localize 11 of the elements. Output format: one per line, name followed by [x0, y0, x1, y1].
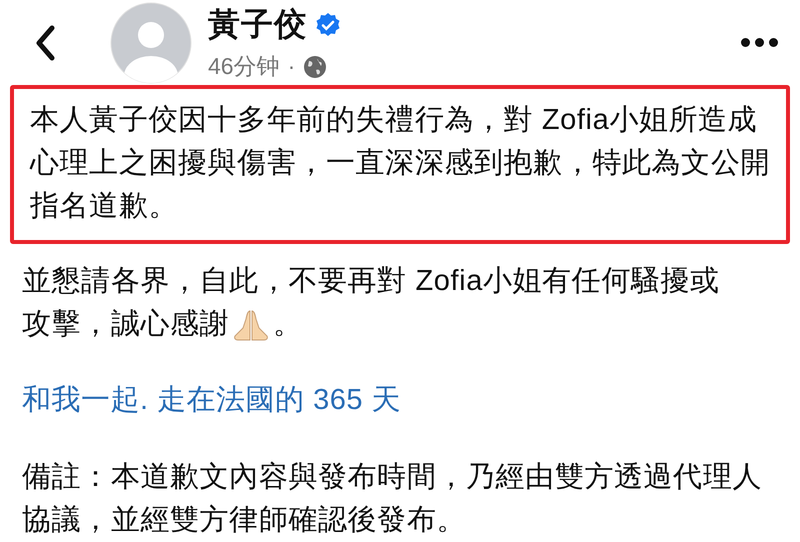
separator: ·	[288, 53, 296, 80]
author-name[interactable]: 黃子佼	[208, 3, 307, 47]
post-time[interactable]: 46分钟	[208, 51, 280, 82]
album-link[interactable]: 和我一起. 走在法國的 365 天	[22, 380, 778, 420]
post-text-end: 。	[273, 307, 303, 342]
post-text: 攻擊，誠心感謝	[22, 307, 230, 342]
highlighted-paragraph: 本人黃子佼因十多年前的失禮行為，對 Zofia小姐所造成心理上之困擾與傷害，一直深深感到抱歉，特此為文公開指名道歉。	[10, 85, 790, 244]
post-text: 並懇請各界，自此，不要再對 Zofia小姐有任何騷擾或	[22, 264, 720, 299]
note-paragraph: 備註：本道歉文內容與發布時間，乃經由雙方透過代理人協議，並經雙方律師確認後發布。	[22, 460, 763, 538]
globe-icon	[303, 54, 328, 78]
back-icon	[34, 24, 56, 60]
